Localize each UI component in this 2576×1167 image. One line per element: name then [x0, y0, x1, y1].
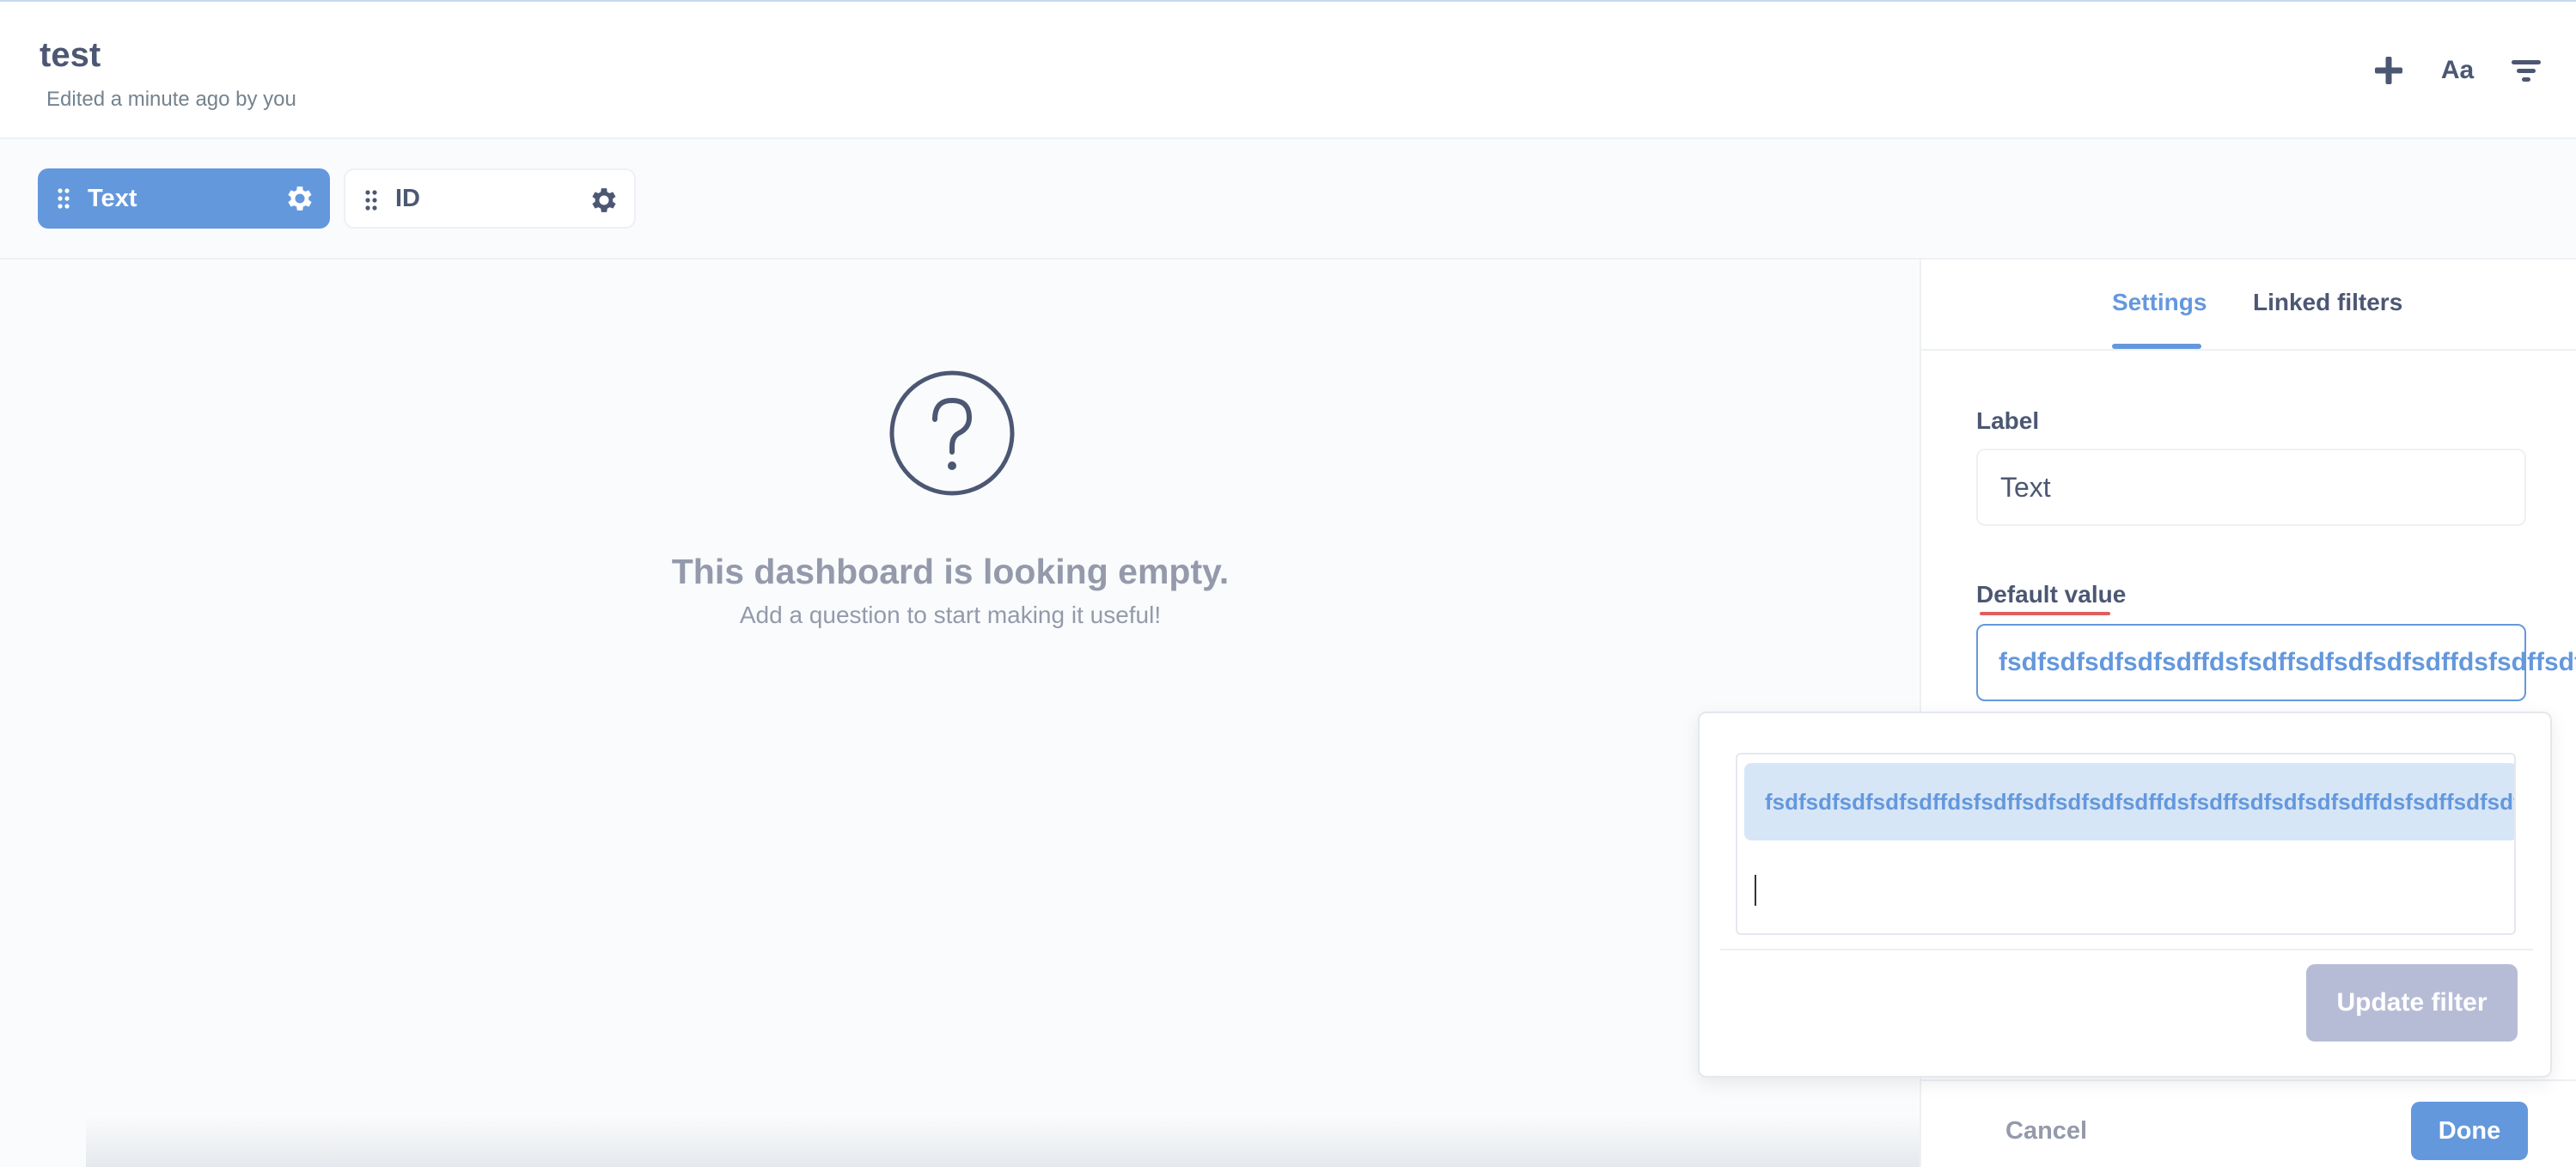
filter-chip-label: Text [88, 184, 137, 212]
tab-settings[interactable]: Settings [2112, 289, 2207, 316]
value-token[interactable]: fsdfsdfsdfsdfsdffdsfsdffsdfsdfsdfsdffdsf… [1744, 763, 2514, 840]
dashboard-title[interactable]: test [40, 36, 101, 75]
filter-chip-text[interactable]: Text [38, 168, 330, 229]
filter-icon[interactable] [2507, 52, 2545, 89]
drag-handle-icon[interactable] [364, 189, 378, 211]
spellcheck-underline [1980, 612, 2110, 615]
tab-linked-filters[interactable]: Linked filters [2253, 289, 2402, 316]
sidebar-footer-divider [1921, 1079, 2576, 1081]
edit-history-text[interactable]: Edited a minute ago by you [46, 88, 296, 112]
done-button[interactable]: Done [2411, 1102, 2528, 1160]
update-filter-button[interactable]: Update filter [2306, 964, 2518, 1042]
label-input[interactable]: Text [1976, 449, 2526, 526]
default-value-text: fsdfsdfsdfsdfsdffdsfsdffsdfsdfsdfsdffdsf… [1999, 648, 2576, 676]
question-circle-icon [889, 370, 1015, 496]
default-value-label: Default value [1976, 581, 2127, 608]
gear-icon[interactable] [588, 184, 620, 217]
text-card-icon[interactable]: Aa [2439, 52, 2476, 89]
drag-handle-icon[interactable] [57, 187, 70, 210]
filter-chip-label: ID [395, 184, 420, 212]
empty-state-subtitle: Add a question to start making it useful… [739, 602, 1162, 628]
text-cursor[interactable] [1755, 875, 1756, 906]
active-tab-indicator [2112, 344, 2201, 349]
sidebar-tabs: Settings Linked filters [1921, 260, 2576, 351]
default-value-popover: fsdfsdfsdfsdfsdffdsfsdffsdfsdfsdfsdffdsf… [1698, 712, 2552, 1078]
plus-icon[interactable] [2370, 52, 2408, 89]
popover-divider [1720, 949, 2533, 950]
dashboard-header: test Edited a minute ago by you Aa [0, 0, 2576, 139]
gear-icon[interactable] [284, 182, 316, 215]
bottom-shadow [86, 1117, 1920, 1167]
label-field-label: Label [1976, 407, 2040, 434]
filter-bar: Text ID [0, 139, 2576, 260]
filter-chip-id[interactable]: ID [344, 168, 636, 229]
default-value-input[interactable]: fsdfsdfsdfsdfsdffdsfsdffsdfsdfsdfsdffdsf… [1976, 624, 2576, 701]
cancel-button[interactable]: Cancel [2005, 1117, 2087, 1146]
empty-state-title: This dashboard is looking empty. [671, 552, 1230, 591]
token-field[interactable]: fsdfsdfsdfsdfsdffdsfsdffsdfsdfsdfsdffdsf… [1736, 753, 2516, 935]
